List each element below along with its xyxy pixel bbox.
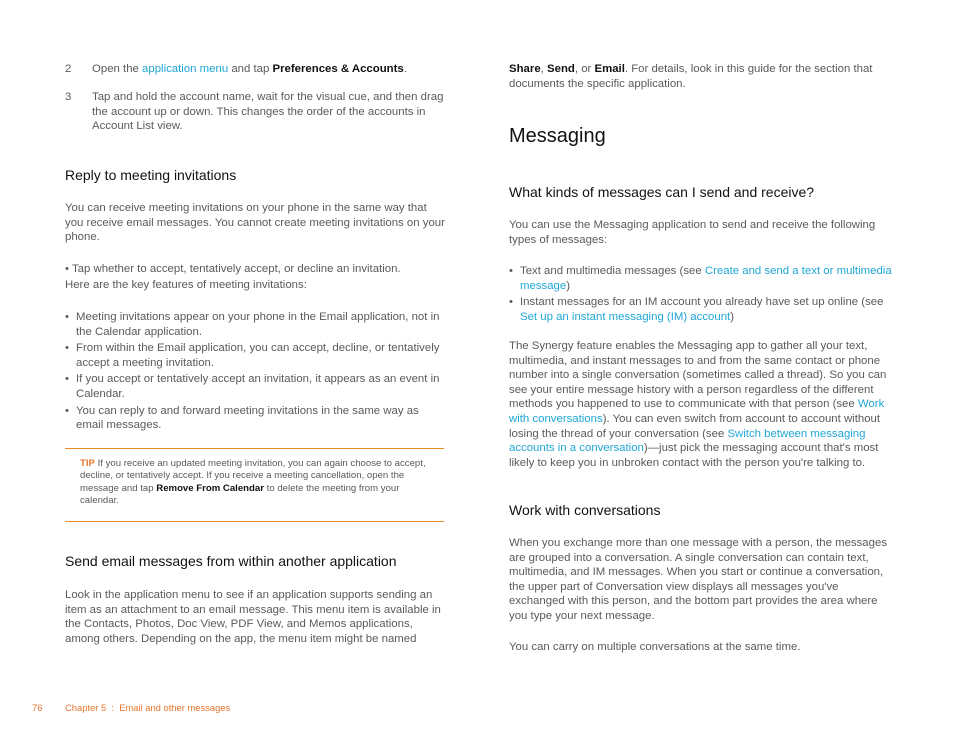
setup-im-link[interactable]: Set up an instant messaging (IM) account — [520, 311, 730, 323]
reply-heading: Reply to meeting invitations — [65, 167, 237, 183]
tip-top-divider — [65, 448, 444, 449]
features-list: Meeting invitations appear on your phone… — [65, 310, 445, 435]
list-item: Text and multimedia messages (see Create… — [509, 264, 894, 293]
work-paragraph: When you exchange more than one message … — [509, 537, 888, 622]
messaging-title: Messaging — [509, 125, 606, 147]
tap-bullet: • Tap whether to accept, tentatively acc… — [65, 263, 401, 275]
application-menu-link[interactable]: application menu — [142, 63, 228, 75]
synergy-paragraph: The Synergy feature enables the Messagin… — [509, 340, 887, 469]
kinds-list: Text and multimedia messages (see Create… — [509, 264, 894, 326]
step-2: 2 Open the application menu and tap Pref… — [65, 63, 407, 75]
features-intro: Here are the key features of meeting inv… — [65, 279, 307, 291]
list-item: If you accept or tentatively accept an i… — [65, 372, 445, 401]
page-number: 76 — [32, 702, 43, 713]
list-item: Instant messages for an IM account you a… — [509, 295, 894, 324]
carry-paragraph: You can carry on multiple conversations … — [509, 641, 801, 653]
continued-paragraph: Share, Send, or Email. For details, look… — [509, 63, 873, 90]
step-3: 3 Tap and hold the account name, wait fo… — [65, 91, 444, 133]
list-item: You can reply to and forward meeting inv… — [65, 404, 445, 433]
kinds-paragraph: You can use the Messaging application to… — [509, 219, 876, 246]
tip-box: TIP If you receive an updated meeting in… — [80, 458, 426, 507]
list-item: From within the Email application, you c… — [65, 341, 445, 370]
send-heading: Send email messages from within another … — [65, 553, 397, 569]
reply-paragraph: You can receive meeting invitations on y… — [65, 202, 445, 244]
send-paragraph: Look in the application menu to see if a… — [65, 589, 441, 645]
chapter-title: Chapter 5 : Email and other messages — [65, 702, 231, 713]
tip-bottom-divider — [65, 521, 444, 522]
step-number: 3 — [65, 91, 72, 103]
kinds-heading: What kinds of messages can I send and re… — [509, 184, 815, 200]
tip-label: TIP — [80, 458, 95, 469]
list-item: Meeting invitations appear on your phone… — [65, 310, 445, 339]
step-number: 2 — [65, 63, 72, 75]
work-heading: Work with conversations — [509, 502, 661, 518]
